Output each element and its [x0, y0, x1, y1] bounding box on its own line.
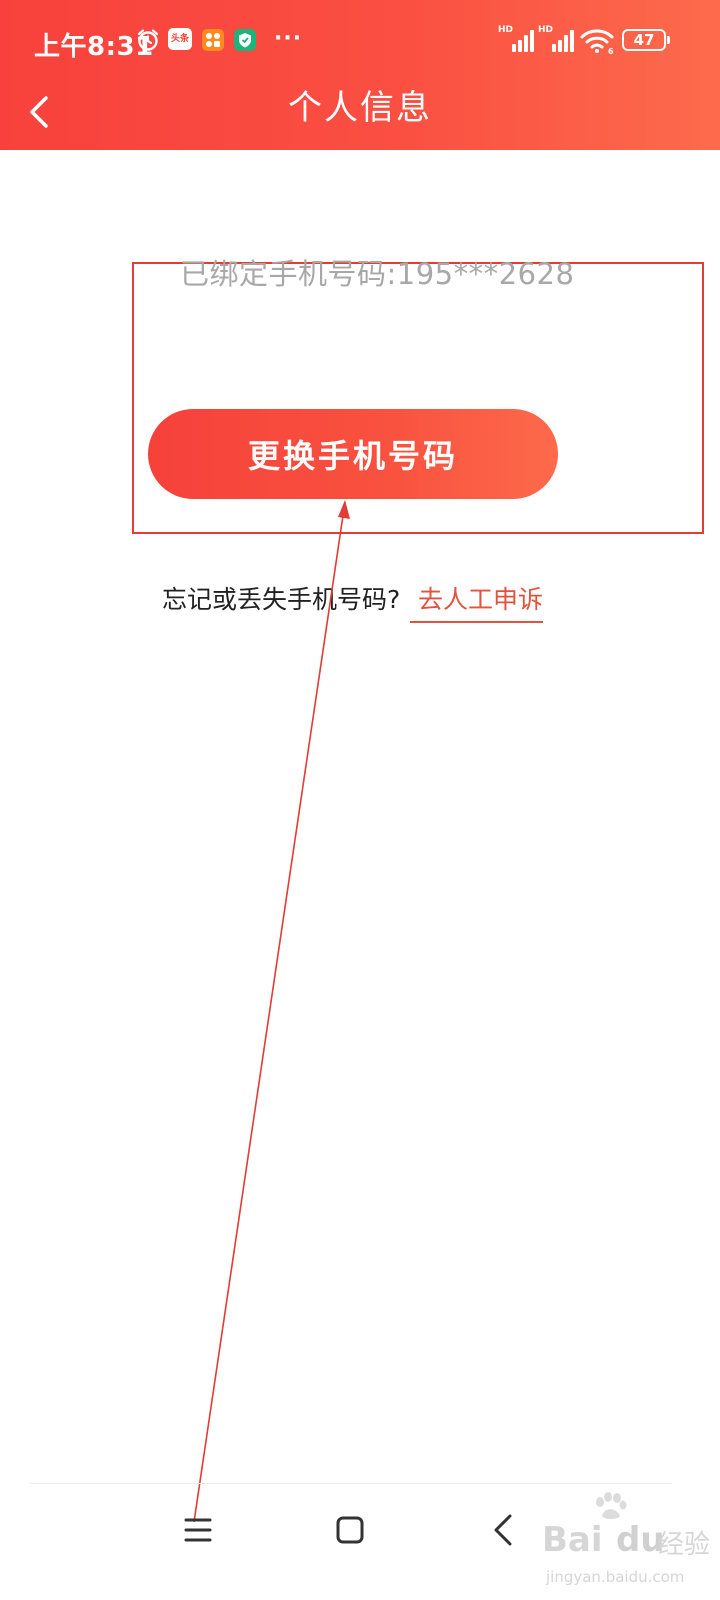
- wifi-icon: 6: [580, 29, 614, 55]
- watermark-suffix: 经验: [658, 1530, 711, 1560]
- watermark-brand: Bai: [542, 1520, 603, 1560]
- more-notifications-indicator: ···: [274, 26, 303, 51]
- recent-apps-button[interactable]: [174, 1506, 222, 1554]
- system-back-button[interactable]: [480, 1506, 528, 1554]
- home-square-icon: [336, 1516, 364, 1544]
- paw-logo-icon: [596, 1492, 627, 1519]
- nav-divider: [30, 1483, 672, 1484]
- security-shield-icon: [234, 29, 256, 51]
- battery-indicator: 47: [622, 29, 670, 51]
- title-bar: 个人信息: [0, 84, 720, 150]
- app-header: 上午8:31 头条 ··· HD HD 6 47 个人信息: [0, 0, 720, 150]
- baidu-jingyan-watermark: Bai du 经验 jingyan.baidu.com: [542, 1492, 712, 1592]
- alarm-icon: [137, 29, 159, 51]
- change-phone-button[interactable]: 更换手机号码: [148, 409, 558, 499]
- cellular-signal-icon: HD: [498, 25, 538, 54]
- main-content: 已绑定手机号码:195***2628 更换手机号码 忘记或丢失手机号码? 去人工…: [0, 150, 720, 1480]
- menu-icon: [184, 1518, 212, 1542]
- toutiao-app-icon: 头条: [168, 28, 192, 50]
- status-bar: 上午8:31 头条 ··· HD HD 6 47: [0, 0, 720, 84]
- manual-appeal-link[interactable]: 去人工申诉: [410, 583, 544, 623]
- svg-text:6: 6: [608, 47, 614, 55]
- cellular-signal-icon-2: HD: [538, 25, 578, 54]
- watermark-url: jingyan.baidu.com: [546, 1568, 685, 1586]
- bound-phone-text: 已绑定手机号码:195***2628: [180, 257, 575, 291]
- apps-grid-icon: [202, 29, 224, 51]
- home-button[interactable]: [326, 1506, 374, 1554]
- forgot-phone-text: 忘记或丢失手机号码?: [162, 585, 401, 614]
- page-title: 个人信息: [288, 88, 432, 128]
- back-triangle-icon: [494, 1514, 512, 1546]
